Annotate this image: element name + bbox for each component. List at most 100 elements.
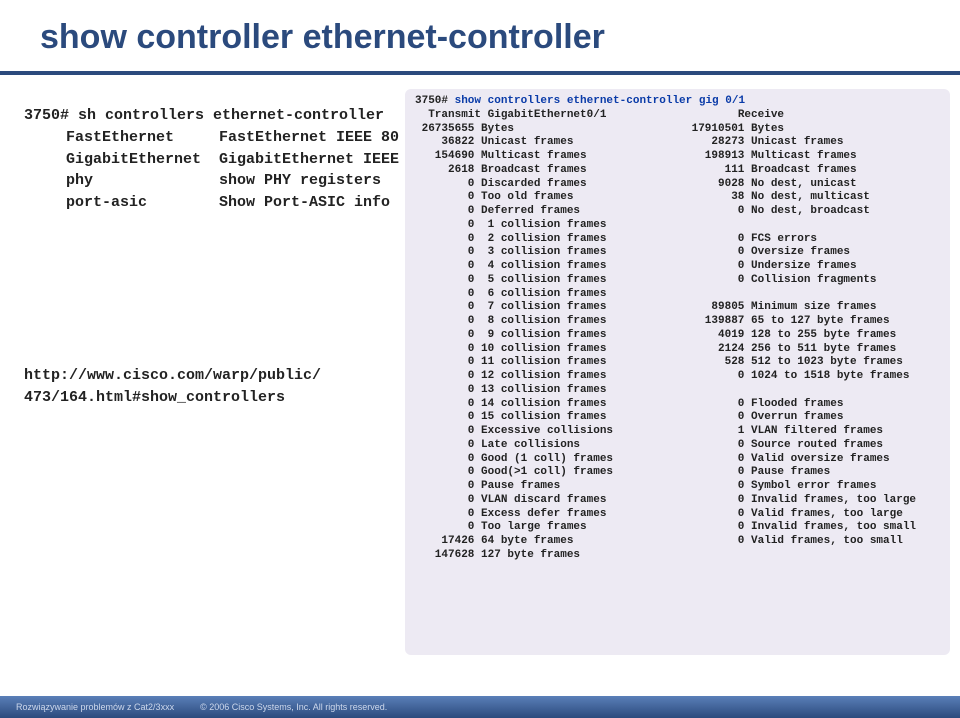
rx-cell: 139887 65 to 127 byte frames (685, 315, 940, 329)
rx-cell: 28273 Unicast frames (685, 136, 940, 150)
tx-cell: 0 VLAN discard frames (415, 494, 685, 508)
cli-option: port-asic Show Port-ASIC info (66, 192, 399, 214)
output-row: 154690 Multicast frames 198913 Multicast… (415, 150, 940, 164)
tx-cell: 0 5 collision frames (415, 274, 685, 288)
output-row: 0 11 collision frames 528 512 to 1023 by… (415, 356, 940, 370)
rx-cell (685, 384, 940, 398)
tx-cell: 0 Deferred frames (415, 205, 685, 219)
tx-cell: 0 Excessive collisions (415, 425, 685, 439)
output-header: Transmit GigabitEthernet0/1 Receive (415, 109, 940, 123)
tx-cell: 0 10 collision frames (415, 343, 685, 357)
output-row: 0 7 collision frames 89805 Minimum size … (415, 301, 940, 315)
tx-cell: 0 Discarded frames (415, 178, 685, 192)
rx-cell: 198913 Multicast frames (685, 150, 940, 164)
rx-cell: 9028 No dest, unicast (685, 178, 940, 192)
cli-option: FastEthernet FastEthernet IEEE 80 (66, 127, 399, 149)
output-row: 0 12 collision frames 0 1024 to 1518 byt… (415, 370, 940, 384)
rx-cell: 38 No dest, multicast (685, 191, 940, 205)
tx-cell: 0 13 collision frames (415, 384, 685, 398)
output-rows: 26735655 Bytes 17910501 Bytes 36822 Unic… (415, 123, 940, 563)
tx-cell: 0 8 collision frames (415, 315, 685, 329)
output-row: 0 Good(>1 coll) frames 0 Pause frames (415, 466, 940, 480)
output-row: 0 10 collision frames 2124 256 to 511 by… (415, 343, 940, 357)
footer-left: Rozwiązywanie problemów z Cat2/3xxx (16, 702, 174, 712)
rx-cell: 89805 Minimum size frames (685, 301, 940, 315)
body: 3750# sh controllers ethernet-controller… (0, 75, 960, 665)
tx-cell: 0 Good(>1 coll) frames (415, 466, 685, 480)
tx-cell: 0 Excess defer frames (415, 508, 685, 522)
output-row: 0 3 collision frames 0 Oversize frames (415, 246, 940, 260)
output-row: 0 5 collision frames 0 Collision fragmen… (415, 274, 940, 288)
tx-cell: 26735655 Bytes (415, 123, 685, 137)
tx-cell: 0 14 collision frames (415, 398, 685, 412)
rx-cell: 0 Undersize frames (685, 260, 940, 274)
cli-help-block: 3750# sh controllers ethernet-controller… (24, 105, 399, 214)
output-panel: 3750# show controllers ethernet-controll… (405, 89, 950, 655)
rx-cell: 2124 256 to 511 byte frames (685, 343, 940, 357)
rx-cell (685, 288, 940, 302)
tx-cell: 0 11 collision frames (415, 356, 685, 370)
tx-cell: 0 9 collision frames (415, 329, 685, 343)
title-band: show controller ethernet-controller (0, 0, 960, 67)
rx-cell: 0 Invalid frames, too large (685, 494, 940, 508)
footer: Rozwiązywanie problemów z Cat2/3xxx © 20… (0, 696, 960, 718)
rx-cell: 0 Flooded frames (685, 398, 940, 412)
tx-cell: 147628 127 byte frames (415, 549, 685, 563)
output-row: 0 13 collision frames (415, 384, 940, 398)
output-row: 0 Excessive collisions 1 VLAN filtered f… (415, 425, 940, 439)
slide: show controller ethernet-controller 3750… (0, 0, 960, 718)
output-row: 36822 Unicast frames 28273 Unicast frame… (415, 136, 940, 150)
output-row: 26735655 Bytes 17910501 Bytes (415, 123, 940, 137)
tx-cell: 0 Good (1 coll) frames (415, 453, 685, 467)
footer-copyright: © 2006 Cisco Systems, Inc. All rights re… (200, 702, 387, 712)
output-row: 0 Pause frames 0 Symbol error frames (415, 480, 940, 494)
tx-cell: 0 6 collision frames (415, 288, 685, 302)
cli-options: FastEthernet FastEthernet IEEE 80Gigabit… (24, 127, 399, 214)
cli-option: GigabitEthernet GigabitEthernet IEEE (66, 149, 399, 171)
output-row: 0 Deferred frames 0 No dest, broadcast (415, 205, 940, 219)
rx-cell: 0 Source routed frames (685, 439, 940, 453)
output-row: 0 4 collision frames 0 Undersize frames (415, 260, 940, 274)
rx-cell: 0 Oversize frames (685, 246, 940, 260)
output-row: 17426 64 byte frames 0 Valid frames, too… (415, 535, 940, 549)
output-row: 0 14 collision frames 0 Flooded frames (415, 398, 940, 412)
output-row: 0 2 collision frames 0 FCS errors (415, 233, 940, 247)
rx-header: Receive (685, 109, 940, 123)
output-row: 0 Too old frames 38 No dest, multicast (415, 191, 940, 205)
rx-cell: 0 Invalid frames, too small (685, 521, 940, 535)
rx-cell: 1 VLAN filtered frames (685, 425, 940, 439)
tx-cell: 0 4 collision frames (415, 260, 685, 274)
tx-cell: 0 2 collision frames (415, 233, 685, 247)
rx-cell: 0 Pause frames (685, 466, 940, 480)
rx-cell: 0 1024 to 1518 byte frames (685, 370, 940, 384)
prompt: 3750# (415, 95, 455, 107)
output-row: 2618 Broadcast frames 111 Broadcast fram… (415, 164, 940, 178)
output-row: 0 1 collision frames (415, 219, 940, 233)
tx-cell: 0 3 collision frames (415, 246, 685, 260)
tx-cell: 2618 Broadcast frames (415, 164, 685, 178)
tx-cell: 0 Late collisions (415, 439, 685, 453)
tx-cell: 0 Pause frames (415, 480, 685, 494)
output-row: 0 Discarded frames 9028 No dest, unicast (415, 178, 940, 192)
url-line-1: http://www.cisco.com/warp/public/ (24, 365, 321, 387)
output-row: 0 Too large frames 0 Invalid frames, too… (415, 521, 940, 535)
reference-url: http://www.cisco.com/warp/public/ 473/16… (24, 365, 321, 409)
output-row: 0 Excess defer frames 0 Valid frames, to… (415, 508, 940, 522)
output-row: 0 VLAN discard frames 0 Invalid frames, … (415, 494, 940, 508)
url-line-2: 473/164.html#show_controllers (24, 387, 321, 409)
cmd-line: 3750# show controllers ethernet-controll… (415, 95, 940, 109)
rx-cell: 4019 128 to 255 byte frames (685, 329, 940, 343)
rx-cell: 528 512 to 1023 byte frames (685, 356, 940, 370)
tx-header: Transmit GigabitEthernet0/1 (415, 109, 685, 123)
output-row: 0 9 collision frames 4019 128 to 255 byt… (415, 329, 940, 343)
rx-cell: 0 Overrun frames (685, 411, 940, 425)
rx-cell: 111 Broadcast frames (685, 164, 940, 178)
rx-cell (685, 549, 940, 563)
tx-cell: 154690 Multicast frames (415, 150, 685, 164)
output-row: 0 Good (1 coll) frames 0 Valid oversize … (415, 453, 940, 467)
output-row: 0 15 collision frames 0 Overrun frames (415, 411, 940, 425)
rx-cell: 0 Valid frames, too large (685, 508, 940, 522)
tx-cell: 0 Too large frames (415, 521, 685, 535)
tx-cell: 0 7 collision frames (415, 301, 685, 315)
output-row: 147628 127 byte frames (415, 549, 940, 563)
